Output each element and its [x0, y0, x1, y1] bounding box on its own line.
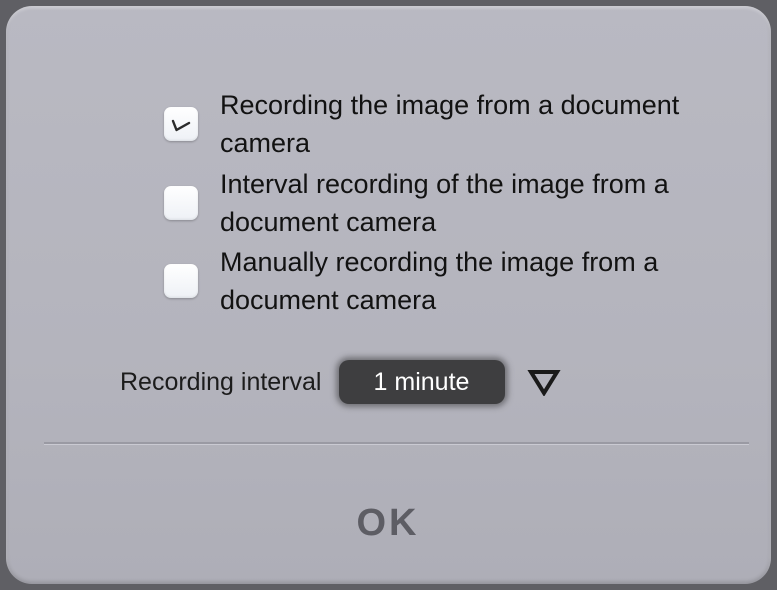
checkbox-interval-recording[interactable]	[164, 186, 198, 220]
checkbox-record-document-camera[interactable]	[164, 107, 198, 141]
recording-interval-row: Recording interval 1 minute	[120, 358, 561, 406]
triangle-down-icon[interactable]	[526, 367, 561, 397]
recording-settings-dialog: Recording the image from a document came…	[6, 6, 771, 584]
option-interval-recording[interactable]: Interval recording of the image from a d…	[164, 165, 760, 241]
recording-interval-label: Recording interval	[120, 367, 322, 396]
option-record-document-camera[interactable]: Recording the image from a document came…	[164, 86, 760, 162]
option-label: Recording the image from a document came…	[220, 90, 680, 158]
checkmark-icon	[171, 119, 191, 132]
option-manual-recording[interactable]: Manually recording the image from a docu…	[164, 243, 760, 319]
recording-interval-select[interactable]: 1 minute	[338, 360, 505, 404]
option-label: Manually recording the image from a docu…	[220, 247, 659, 315]
ok-button[interactable]: OK	[288, 492, 488, 554]
divider	[44, 442, 749, 445]
option-label: Interval recording of the image from a d…	[220, 169, 669, 237]
checkbox-manual-recording[interactable]	[164, 264, 198, 298]
